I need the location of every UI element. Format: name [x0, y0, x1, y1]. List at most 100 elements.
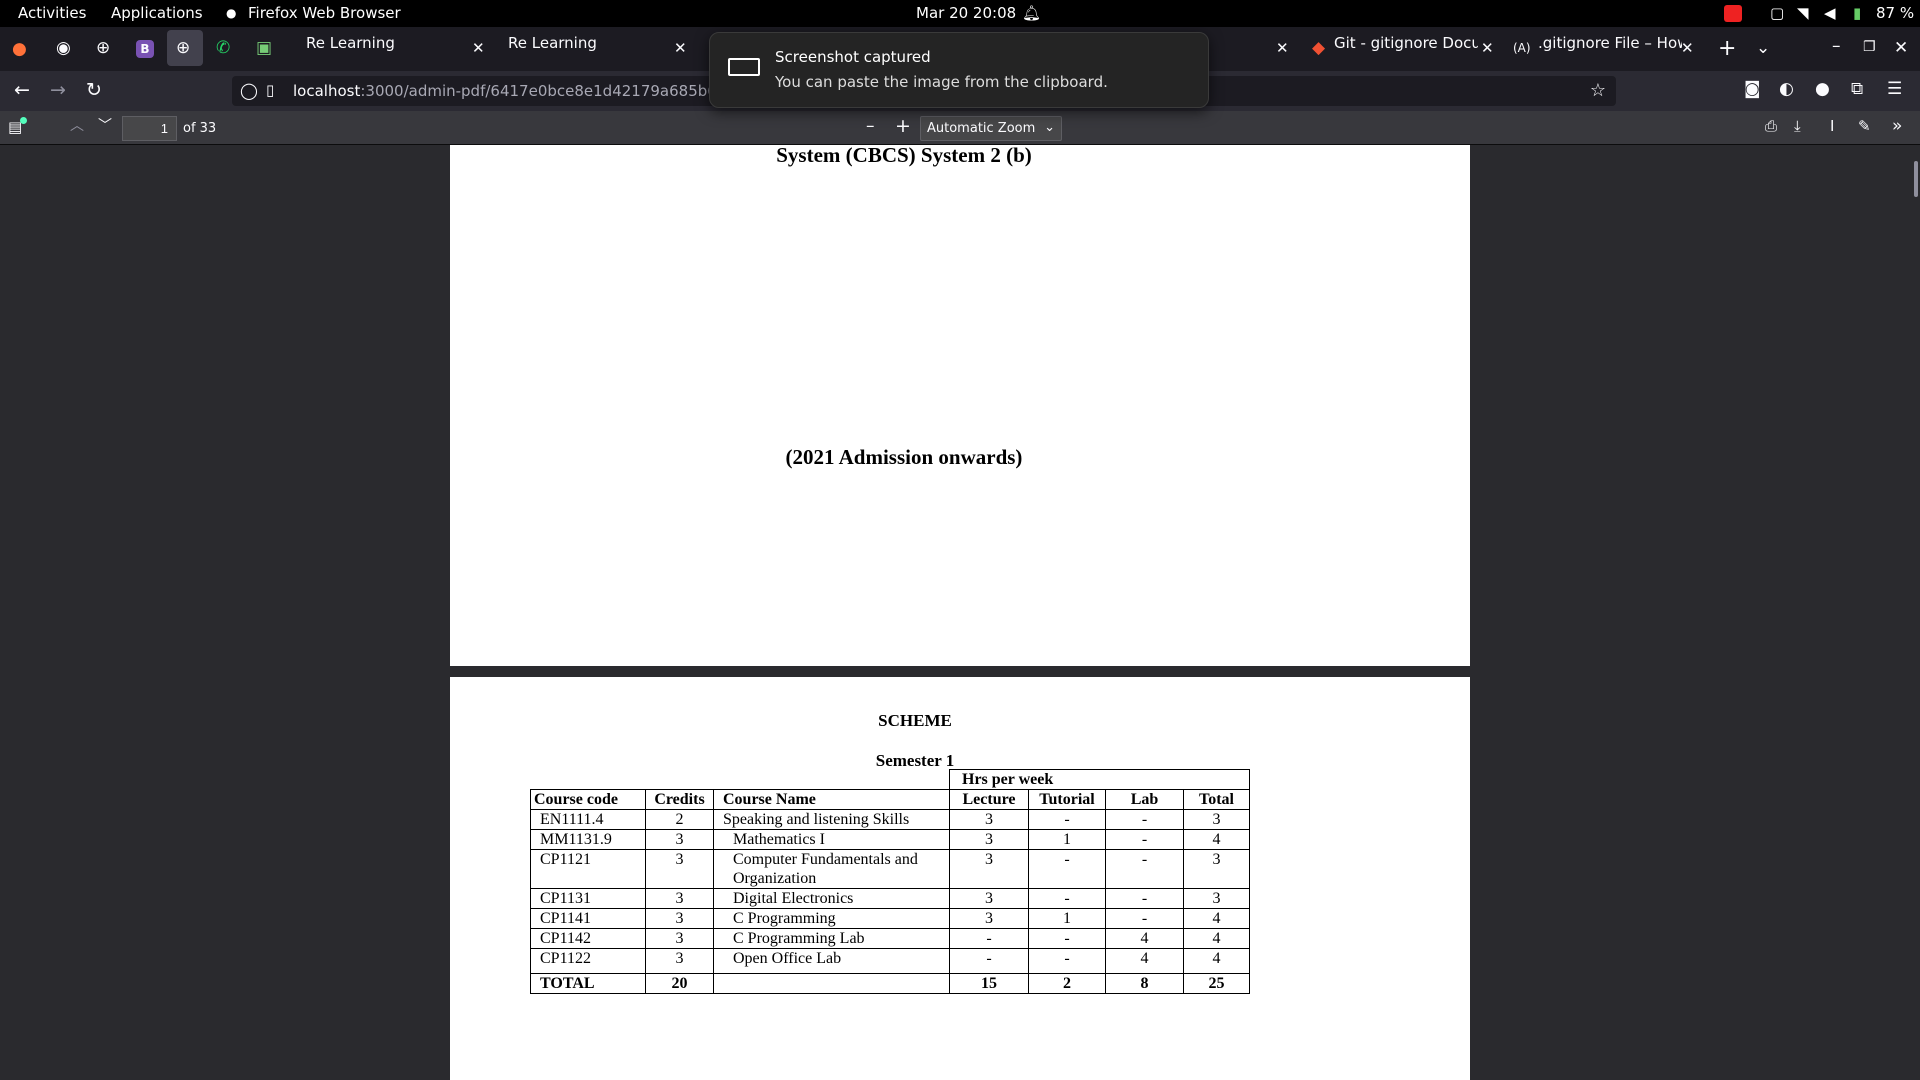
cell-course-code: CP1121 — [530, 849, 646, 889]
cell-credits: 3 — [645, 888, 714, 909]
close-tab-icon[interactable]: ✕ — [472, 39, 485, 57]
extension-icon[interactable]: ● — [1815, 81, 1830, 98]
zoom-out-icon[interactable]: – — [866, 118, 875, 135]
vertical-scrollbar[interactable] — [1912, 145, 1920, 1080]
table-row: CP1131 3 Digital Electronics 3 - - 3 — [530, 888, 1250, 909]
app-menu-icon[interactable]: ☰ — [1887, 81, 1902, 98]
close-tab-icon[interactable]: ✕ — [1481, 39, 1494, 57]
cell-lab: - — [1105, 829, 1184, 850]
cell-course-name: C Programming — [713, 908, 950, 929]
cell-tutorial: 1 — [1028, 829, 1106, 850]
cell-credits: 3 — [645, 849, 714, 889]
extensions-puzzle-icon[interactable]: ⧉ — [1851, 81, 1863, 98]
globe-pinned-tab-icon-active[interactable]: ⊕ — [176, 40, 190, 57]
app-pinned-tab-icon[interactable]: ▣ — [256, 40, 272, 57]
cell-total: 3 — [1183, 809, 1250, 830]
cell-lab: - — [1105, 849, 1184, 889]
pdf-page-1: System (CBCS) System 2 (b) (2021 Admissi… — [450, 145, 1470, 666]
forward-icon[interactable]: → — [50, 81, 66, 100]
close-tab-icon[interactable]: ✕ — [1681, 39, 1694, 57]
cell-course-name: C Programming Lab — [713, 928, 950, 949]
draw-tool-icon[interactable]: ✎ — [1858, 119, 1871, 134]
page-number-input[interactable] — [122, 116, 177, 141]
screen-icon[interactable]: ▢ — [1770, 4, 1784, 22]
next-page-icon[interactable]: ﹀ — [98, 119, 112, 133]
page-title-line: System (CBCS) System 2 (b) — [776, 145, 1032, 167]
cell-course-name: Open Office Lab — [713, 948, 950, 974]
tab-git-gitignore[interactable]: Git - gitignore Documentation — [1334, 34, 1478, 64]
activities-button[interactable]: Activities — [18, 4, 86, 22]
volume-icon[interactable]: ◀︎ — [1824, 4, 1836, 22]
cell-lecture: 3 — [949, 829, 1029, 850]
cell-credits: 3 — [645, 908, 714, 929]
firefox-view-icon[interactable]: ● — [12, 41, 27, 58]
hrs-per-week-header: Hrs per week — [949, 769, 1250, 790]
header-tutorial: Tutorial — [1028, 789, 1106, 810]
bootstrap-pinned-tab-icon[interactable]: B — [136, 40, 154, 58]
restore-icon[interactable]: ❐ — [1863, 40, 1876, 54]
account-icon[interactable]: ◐ — [1779, 81, 1794, 98]
globe-pinned-tab-icon[interactable]: ⊕ — [96, 40, 110, 57]
github-pinned-tab-icon[interactable]: ◉ — [56, 40, 71, 57]
zoom-select[interactable]: Automatic Zoom ⌄ — [920, 116, 1062, 141]
cell-course-name: Computer Fundamentals and Organization — [713, 849, 950, 889]
header-lab: Lab — [1105, 789, 1184, 810]
cell-total-tutorial: 2 — [1028, 973, 1106, 994]
shield-icon[interactable]: ◯ — [240, 81, 258, 100]
pocket-icon[interactable]: ◙ — [1744, 81, 1761, 98]
table-row: CP1142 3 C Programming Lab - - 4 4 — [530, 928, 1250, 949]
cell-course-code: CP1122 — [530, 948, 646, 974]
tab-re-learning-1[interactable]: Re Learning — [306, 34, 395, 64]
app-name-label[interactable]: Firefox Web Browser — [248, 4, 401, 22]
tab-gitignore-file[interactable]: .gitignore File – How to — [1538, 34, 1682, 64]
close-tab-icon[interactable]: ✕ — [1276, 39, 1289, 57]
cell-tutorial: - — [1028, 888, 1106, 909]
scheme-table: Hrs per week Course code Credits Course … — [530, 769, 1250, 994]
previous-page-icon[interactable]: ︿ — [70, 119, 84, 133]
semester-heading: Semester 1 — [875, 751, 955, 770]
back-icon[interactable]: ← — [14, 81, 30, 100]
cell-total: 3 — [1183, 888, 1250, 909]
pdf-viewer[interactable]: System (CBCS) System 2 (b) (2021 Admissi… — [0, 145, 1920, 1080]
applications-menu[interactable]: Applications — [111, 4, 203, 22]
print-icon[interactable]: ⎙ — [1765, 119, 1777, 134]
cell-credits: 3 — [645, 928, 714, 949]
list-tabs-chevron-icon[interactable]: ⌄ — [1756, 40, 1770, 57]
table-header-row: Course code Credits Course Name Lecture … — [530, 789, 1250, 810]
cell-lab: - — [1105, 888, 1184, 909]
text-tool-icon[interactable]: I — [1830, 119, 1834, 134]
firefox-icon: ● — [226, 6, 237, 20]
url-host: localhost — [293, 82, 361, 100]
cell-course-code: EN1111.4 — [530, 809, 646, 830]
cell-lecture: 3 — [949, 849, 1029, 889]
scrollbar-thumb[interactable] — [1914, 161, 1918, 197]
table-row: CP1121 3 Computer Fundamentals and Organ… — [530, 849, 1250, 889]
header-credits: Credits — [645, 789, 714, 810]
cell-credits: 3 — [645, 829, 714, 850]
clock[interactable]: Mar 20 20:08 — [916, 4, 1016, 22]
header-course-name: Course Name — [713, 789, 950, 810]
tools-menu-icon[interactable]: » — [1892, 118, 1902, 135]
pdf-page-2: SCHEME Semester 1 Hrs per week Course co… — [450, 677, 1470, 1080]
cell-total: 4 — [1183, 829, 1250, 850]
cell-lecture: 3 — [949, 888, 1029, 909]
reload-icon[interactable]: ↻ — [86, 81, 102, 100]
tab-re-learning-2[interactable]: Re Learning — [508, 34, 597, 64]
screenshot-notification[interactable]: Screenshot captured You can paste the im… — [709, 32, 1209, 108]
save-icon[interactable]: ⤓ — [1794, 119, 1801, 134]
cell-total-label: TOTAL — [530, 973, 646, 994]
url-path: :3000/admin-pdf/6417e0bce8e1d42179a685b6… — [360, 82, 746, 100]
new-tab-icon[interactable]: + — [1718, 38, 1736, 60]
screen-record-icon[interactable] — [1724, 5, 1742, 22]
cell-total-lab: 8 — [1105, 973, 1184, 994]
wifi-icon[interactable]: ◥ — [1797, 4, 1809, 22]
battery-icon[interactable]: ▮ — [1853, 4, 1861, 22]
minimize-icon[interactable]: – — [1832, 38, 1841, 55]
bookmark-star-icon[interactable]: ☆ — [1590, 80, 1606, 101]
page-icon[interactable]: ▯ — [266, 81, 274, 99]
zoom-in-icon[interactable]: + — [895, 117, 911, 136]
close-tab-icon[interactable]: ✕ — [674, 39, 687, 57]
close-window-icon[interactable]: ✕ — [1894, 40, 1908, 57]
page-count: of 33 — [183, 121, 217, 136]
whatsapp-pinned-tab-icon[interactable]: ✆ — [216, 40, 230, 57]
